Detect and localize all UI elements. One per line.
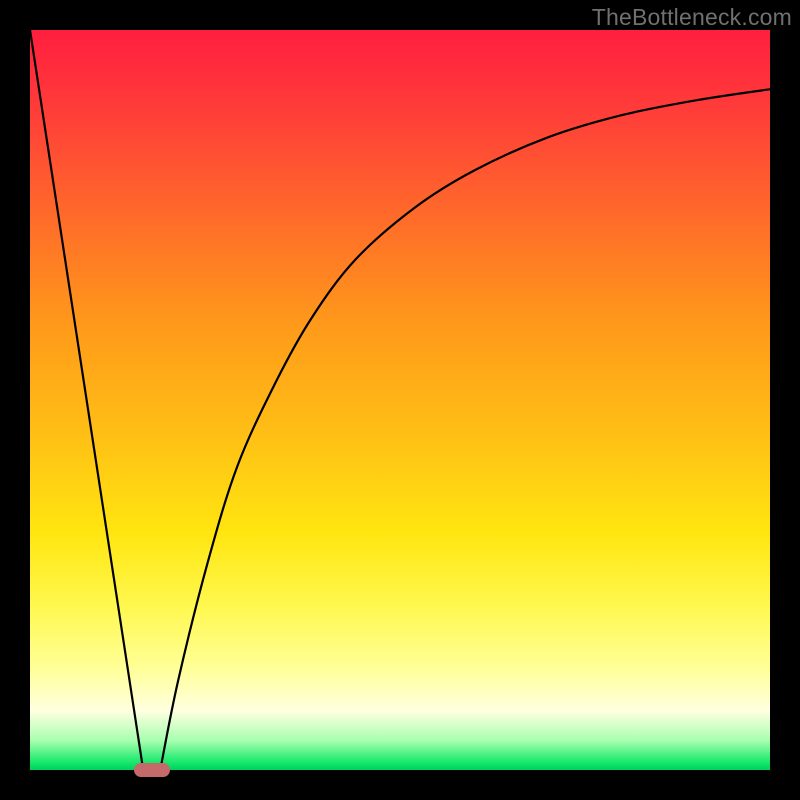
chart-frame: TheBottleneck.com: [0, 0, 800, 800]
curve-right-branch: [160, 89, 770, 770]
bottleneck-marker: [134, 763, 170, 777]
plot-area: [30, 30, 770, 770]
watermark-text: TheBottleneck.com: [592, 4, 792, 31]
curve-left-branch: [30, 30, 143, 770]
curve-overlay: [30, 30, 770, 770]
